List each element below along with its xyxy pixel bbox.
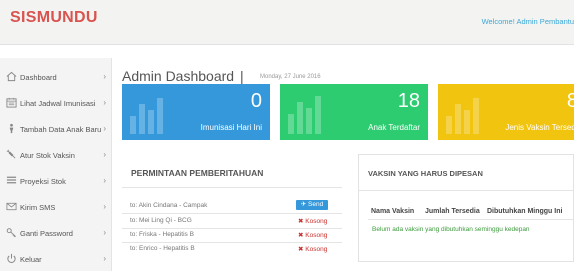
chevron-right-icon: › xyxy=(103,228,106,237)
chevron-right-icon: › xyxy=(103,254,106,263)
stat-card-vaksin[interactable]: 8 Jenis Vaksin Tersedia xyxy=(438,84,574,140)
request-row: to: Enrico - Hepatitis B ✖ Kosong xyxy=(122,243,342,255)
decor-bar xyxy=(130,116,136,134)
home-icon xyxy=(6,71,17,82)
x-mark-icon: ✖ xyxy=(298,246,304,253)
decor-bar xyxy=(455,104,461,134)
sidebar-item-ganti-password[interactable]: Ganti Password › xyxy=(0,220,112,246)
power-icon xyxy=(7,253,16,263)
empty-message: Belum ada vaksin yang dibutuhkan semingg… xyxy=(372,226,530,233)
requests-title: PERMINTAAN PEMBERITAHUAN xyxy=(131,168,264,178)
sidebar-item-jadwal-imunisasi[interactable]: Lihat Jadwal Imunisasi › xyxy=(0,90,112,116)
key-icon xyxy=(6,228,16,238)
decor-bar xyxy=(297,102,303,134)
request-recipient: to: Friska - Hepatitis B xyxy=(130,231,194,238)
sidebar-item-proyeksi-stok[interactable]: Proyeksi Stok › xyxy=(0,168,112,194)
stat-value: 18 xyxy=(397,90,420,112)
decor-bar xyxy=(139,104,145,134)
x-mark-icon: ✖ xyxy=(298,218,304,225)
column-header-dibutuhkan[interactable]: Dibutuhkan Minggu Ini xyxy=(487,208,562,215)
decor-bar xyxy=(446,116,452,134)
sidebar-item-label: Atur Stok Vaksin xyxy=(20,151,75,160)
stat-label: Imunisasi Hari Ini xyxy=(200,123,262,132)
page-date: Monday, 27 June 2016 xyxy=(260,74,321,80)
request-recipient: to: Enrico - Hepatitis B xyxy=(130,245,195,252)
sidebar-item-keluar[interactable]: Keluar › xyxy=(0,246,112,271)
sidebar-item-label: Kirim SMS xyxy=(20,203,56,212)
child-icon xyxy=(9,123,14,134)
divider xyxy=(122,187,342,188)
stat-value: 8 xyxy=(566,90,574,112)
title-separator: | xyxy=(239,68,244,84)
decor-bar xyxy=(315,96,321,134)
sidebar-item-label: Dashboard xyxy=(20,73,57,82)
calendar-icon xyxy=(6,97,17,108)
column-header-jumlah-tersedia[interactable]: Jumlah Tersedia xyxy=(425,208,480,215)
request-row: to: Mei Ling Qi - BCG ✖ Kosong xyxy=(122,215,342,227)
kosong-status: ✖ Kosong xyxy=(298,217,327,225)
envelope-icon xyxy=(6,202,17,211)
stat-card-anak[interactable]: 18 Anak Terdaftar xyxy=(280,84,428,140)
request-row: to: Akin Cindana - Campak ✈ Send xyxy=(122,200,342,212)
divider xyxy=(122,213,342,214)
page-title: Admin Dashboard | xyxy=(122,68,246,84)
kosong-status: ✖ Kosong xyxy=(298,245,327,253)
request-recipient: to: Mei Ling Qi - BCG xyxy=(130,217,192,224)
divider xyxy=(368,219,574,220)
decor-bar xyxy=(157,98,163,134)
sidebar-item-stok-vaksin[interactable]: Atur Stok Vaksin › xyxy=(0,142,112,168)
chevron-right-icon: › xyxy=(103,98,106,107)
decor-bar xyxy=(306,108,312,134)
divider xyxy=(359,190,574,191)
vaksin-title: VAKSIN YANG HARUS DIPESAN xyxy=(368,169,483,178)
sidebar-item-label: Keluar xyxy=(20,255,42,264)
top-bar: SISMUNDU Welcome! Admin Pembantu xyxy=(0,0,574,45)
stat-label: Jenis Vaksin Tersedia xyxy=(505,123,574,132)
paper-plane-icon: ✈ xyxy=(300,201,307,208)
sidebar: Dashboard › Lihat Jadwal Imunisasi › Tam… xyxy=(0,58,112,271)
chevron-right-icon: › xyxy=(103,202,106,211)
page-title-text: Admin Dashboard xyxy=(122,68,235,84)
column-header-nama-vaksin[interactable]: Nama Vaksin xyxy=(371,208,414,215)
decor-bar xyxy=(473,98,479,134)
x-mark-icon: ✖ xyxy=(298,232,304,239)
syringe-icon xyxy=(6,149,16,159)
welcome-text: Welcome! Admin Pembantu xyxy=(481,17,574,26)
stat-value: 0 xyxy=(250,90,262,112)
decor-bar xyxy=(288,114,294,134)
kosong-status: ✖ Kosong xyxy=(298,231,327,239)
stat-card-imunisasi[interactable]: 0 Imunisasi Hari Ini xyxy=(122,84,270,140)
kosong-label: Kosong xyxy=(305,218,328,225)
send-button[interactable]: ✈ Send xyxy=(296,200,328,210)
decor-bar xyxy=(464,110,470,134)
send-label: Send xyxy=(308,201,324,208)
kosong-label: Kosong xyxy=(305,246,328,253)
decor-bar xyxy=(148,110,154,134)
chevron-right-icon: › xyxy=(103,72,106,81)
stat-label: Anak Terdaftar xyxy=(368,123,420,132)
list-icon xyxy=(6,176,17,184)
chevron-right-icon: › xyxy=(103,150,106,159)
sidebar-item-dashboard[interactable]: Dashboard › xyxy=(0,64,112,90)
sidebar-item-label: Proyeksi Stok xyxy=(20,177,66,186)
kosong-label: Kosong xyxy=(305,232,328,239)
sidebar-item-tambah-anak[interactable]: Tambah Data Anak Baru › xyxy=(0,116,112,142)
brand-logo[interactable]: SISMUNDU xyxy=(10,9,98,27)
sidebar-item-label: Ganti Password xyxy=(20,229,73,238)
chevron-right-icon: › xyxy=(103,124,106,133)
request-recipient: to: Akin Cindana - Campak xyxy=(130,202,208,209)
sidebar-item-kirim-sms[interactable]: Kirim SMS › xyxy=(0,194,112,220)
chevron-right-icon: › xyxy=(103,176,106,185)
request-row: to: Friska - Hepatitis B ✖ Kosong xyxy=(122,229,342,241)
sidebar-item-label: Tambah Data Anak Baru xyxy=(20,125,102,134)
sidebar-item-label: Lihat Jadwal Imunisasi xyxy=(20,99,96,108)
